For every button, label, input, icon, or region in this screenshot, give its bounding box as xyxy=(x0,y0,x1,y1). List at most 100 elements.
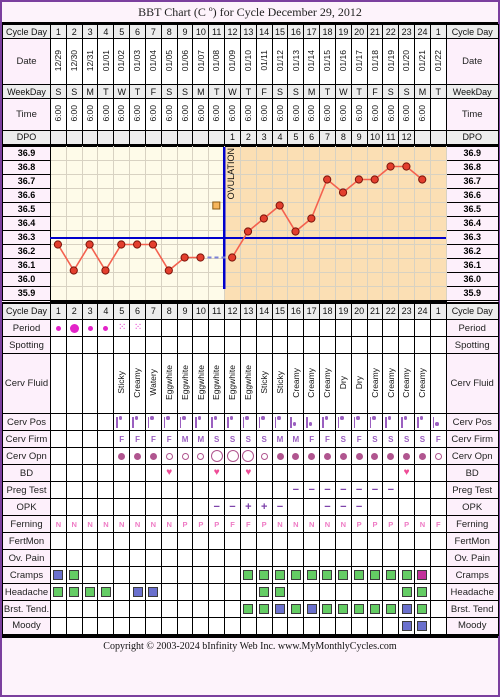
cell-cerv_pos-19[interactable] xyxy=(334,413,352,431)
cell-cramps-24[interactable] xyxy=(414,566,431,584)
temp-cell-d11-36.7[interactable] xyxy=(208,173,226,189)
cell-opk-15[interactable]: − xyxy=(271,498,289,516)
temp-cell-d13-36.2[interactable] xyxy=(239,243,257,259)
cell-ov_pain-1[interactable] xyxy=(50,549,67,567)
cell-fertmon-3[interactable] xyxy=(81,532,99,550)
temp-cell-d9-36.7[interactable] xyxy=(176,173,194,189)
cell-preg_test-12[interactable] xyxy=(224,481,241,499)
cell-period-8[interactable] xyxy=(160,319,178,337)
temp-cell-d6-35.9[interactable] xyxy=(129,285,146,302)
cell-spotting-2[interactable] xyxy=(65,336,83,354)
cell-period-12[interactable] xyxy=(224,319,241,337)
temp-cell-d6-36.6[interactable] xyxy=(129,187,146,203)
cell-cerv_opn-12[interactable] xyxy=(224,447,241,465)
cell-ferning-9[interactable]: P xyxy=(176,515,194,533)
cell-fertmon-4[interactable] xyxy=(97,532,115,550)
temp-cell-d6-36.3[interactable] xyxy=(129,229,146,245)
cell-ov_pain-14[interactable] xyxy=(255,549,273,567)
cell-cramps-2[interactable] xyxy=(65,566,83,584)
temp-cell-d22-36.3[interactable] xyxy=(382,229,400,245)
temp-cell-d22-36.5[interactable] xyxy=(382,201,400,217)
cell-cerv_firm-13[interactable]: S xyxy=(239,430,257,448)
temp-cell-d21-36.7[interactable] xyxy=(366,173,384,189)
cell-cerv_firm-3[interactable] xyxy=(81,430,99,448)
cell-cerv_fluid-24[interactable]: Creamy xyxy=(414,353,431,414)
temp-cell-d19-36.9[interactable] xyxy=(334,145,352,161)
temp-cell-d21-36.8[interactable] xyxy=(366,159,384,175)
cell-period-25[interactable] xyxy=(429,319,447,337)
cell-preg_test-8[interactable] xyxy=(160,481,178,499)
cell-spotting-20[interactable] xyxy=(350,336,368,354)
cell-ferning-5[interactable]: N xyxy=(113,515,131,533)
cell-period-15[interactable] xyxy=(271,319,289,337)
cell-cerv_pos-1[interactable] xyxy=(50,413,67,431)
cell-cerv_opn-11[interactable] xyxy=(208,447,226,465)
temp-cell-d24-36.7[interactable] xyxy=(414,173,431,189)
temp-cell-d2-36.1[interactable] xyxy=(65,257,83,273)
cell-fertmon-14[interactable] xyxy=(255,532,273,550)
cell-cerv_pos-13[interactable] xyxy=(239,413,257,431)
cell-period-11[interactable] xyxy=(208,319,226,337)
cell-fertmon-16[interactable] xyxy=(287,532,305,550)
cell-cramps-3[interactable] xyxy=(81,566,99,584)
cell-headache-18[interactable] xyxy=(319,583,336,601)
cell-brst_tend-13[interactable] xyxy=(239,600,257,618)
cell-cerv_fluid-3[interactable] xyxy=(81,353,99,414)
temp-cell-d22-36.8[interactable] xyxy=(382,159,400,175)
cell-moody-18[interactable] xyxy=(319,617,336,636)
cell-cerv_pos-23[interactable] xyxy=(398,413,416,431)
temp-cell-d16-36.1[interactable] xyxy=(287,257,305,273)
temp-cell-d11-36.9[interactable] xyxy=(208,145,226,161)
cell-opk-13[interactable]: + xyxy=(239,498,257,516)
cell-ferning-20[interactable]: P xyxy=(350,515,368,533)
temp-cell-d12-36.1[interactable] xyxy=(224,257,241,273)
cell-cerv_firm-8[interactable]: F xyxy=(160,430,178,448)
cell-cerv_firm-15[interactable]: M xyxy=(271,430,289,448)
cell-opk-23[interactable] xyxy=(398,498,416,516)
cell-cerv_opn-8[interactable] xyxy=(160,447,178,465)
temp-cell-d24-36.0[interactable] xyxy=(414,271,431,287)
cell-headache-6[interactable] xyxy=(129,583,146,601)
cell-spotting-18[interactable] xyxy=(319,336,336,354)
temp-cell-d17-36.7[interactable] xyxy=(303,173,321,189)
cell-headache-5[interactable] xyxy=(113,583,131,601)
cell-spotting-19[interactable] xyxy=(334,336,352,354)
cell-brst_tend-8[interactable] xyxy=(160,600,178,618)
cell-preg_test-4[interactable] xyxy=(97,481,115,499)
cell-cramps-10[interactable] xyxy=(192,566,210,584)
temp-cell-d10-36.3[interactable] xyxy=(192,229,210,245)
cell-moody-7[interactable] xyxy=(144,617,162,636)
cell-bd-16[interactable] xyxy=(287,464,305,482)
temp-cell-d14-36.3[interactable] xyxy=(255,229,273,245)
cell-cerv_opn-18[interactable] xyxy=(319,447,336,465)
temp-cell-d9-36.2[interactable] xyxy=(176,243,194,259)
cell-opk-11[interactable]: − xyxy=(208,498,226,516)
temp-cell-d10-36.2[interactable] xyxy=(192,243,210,259)
temp-cell-d19-36.8[interactable] xyxy=(334,159,352,175)
temp-cell-d17-36.9[interactable] xyxy=(303,145,321,161)
cell-ov_pain-23[interactable] xyxy=(398,549,416,567)
cell-period-6[interactable]: ⁙ xyxy=(129,319,146,337)
cell-period-2[interactable] xyxy=(65,319,83,337)
temp-cell-d18-36.0[interactable] xyxy=(319,271,336,287)
cell-opk-9[interactable] xyxy=(176,498,194,516)
cell-cramps-22[interactable] xyxy=(382,566,400,584)
cell-cerv_opn-3[interactable] xyxy=(81,447,99,465)
temp-cell-d19-36.7[interactable] xyxy=(334,173,352,189)
cell-cerv_firm-24[interactable]: S xyxy=(414,430,431,448)
temp-cell-d18-36.7[interactable] xyxy=(319,173,336,189)
cell-cerv_pos-14[interactable] xyxy=(255,413,273,431)
temp-cell-d14-36.5[interactable] xyxy=(255,201,273,217)
temp-cell-d17-36.2[interactable] xyxy=(303,243,321,259)
cell-cerv_opn-21[interactable] xyxy=(366,447,384,465)
temp-cell-d8-35.9[interactable] xyxy=(160,285,178,302)
cell-ov_pain-4[interactable] xyxy=(97,549,115,567)
cell-brst_tend-22[interactable] xyxy=(382,600,400,618)
temp-cell-d10-36.7[interactable] xyxy=(192,173,210,189)
temp-cell-d16-36.5[interactable] xyxy=(287,201,305,217)
cell-bd-1[interactable] xyxy=(50,464,67,482)
cell-ferning-17[interactable]: N xyxy=(303,515,321,533)
cell-cramps-25[interactable] xyxy=(429,566,447,584)
temp-cell-d23-36.5[interactable] xyxy=(398,201,416,217)
cell-ov_pain-18[interactable] xyxy=(319,549,336,567)
